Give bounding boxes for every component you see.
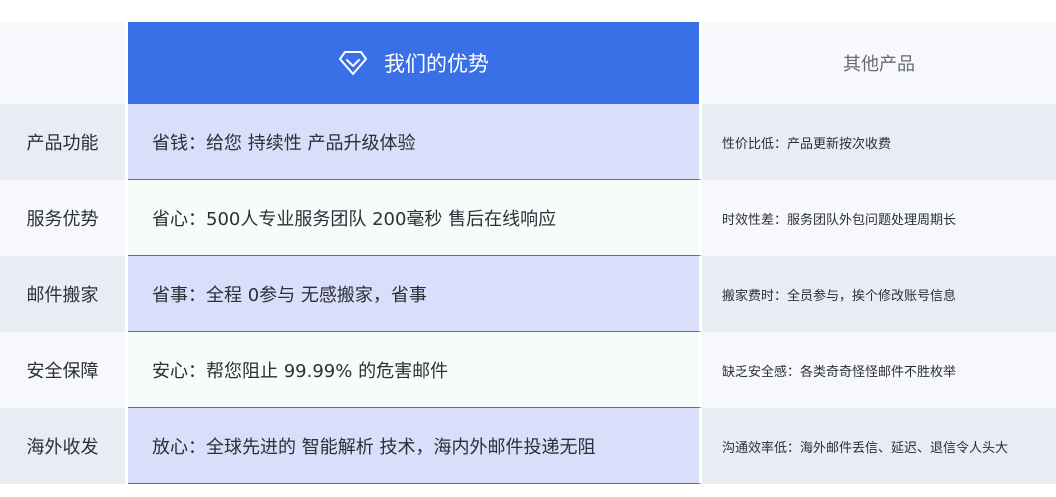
other-product-cell: 性价比低：产品更新按次收费: [702, 104, 1056, 180]
row-label: 邮件搬家: [0, 256, 128, 332]
row-label: 安全保障: [0, 332, 128, 408]
diamond-icon: [339, 51, 367, 75]
comparison-table: 我们的优势 其他产品 产品功能 省钱：给您 持续性 产品升级体验 性价比低：产品…: [0, 22, 1056, 486]
other-product-cell: 搬家费时：全员参与，挨个修改账号信息: [702, 256, 1056, 332]
other-product-cell: 缺乏安全感：各类奇奇怪怪邮件不胜枚举: [702, 332, 1056, 408]
row-label: 海外收发: [0, 408, 128, 484]
other-product-cell: 沟通效率低：海外邮件丢信、延迟、退信令人头大: [702, 408, 1056, 484]
our-advantage-cell: 省事：全程 0参与 无感搬家，省事: [128, 256, 702, 332]
header-our-advantages-label: 我们的优势: [384, 52, 489, 76]
other-product-cell: 时效性差：服务团队外包问题处理周期长: [702, 180, 1056, 256]
header-other-products-label: 其他产品: [843, 54, 915, 75]
header-other-products: 其他产品: [702, 22, 1056, 104]
our-advantage-cell: 安心：帮您阻止 99.99% 的危害邮件: [128, 332, 702, 408]
header-blank-cell: [0, 22, 128, 104]
our-advantage-cell: 放心：全球先进的 智能解析 技术，海内外邮件投递无阻: [128, 408, 702, 484]
our-advantage-cell: 省心：500人专业服务团队 200毫秒 售后在线响应: [128, 180, 702, 256]
our-advantage-cell: 省钱：给您 持续性 产品升级体验: [128, 104, 702, 180]
row-label: 服务优势: [0, 180, 128, 256]
row-label: 产品功能: [0, 104, 128, 180]
header-our-advantages: 我们的优势: [128, 22, 702, 104]
